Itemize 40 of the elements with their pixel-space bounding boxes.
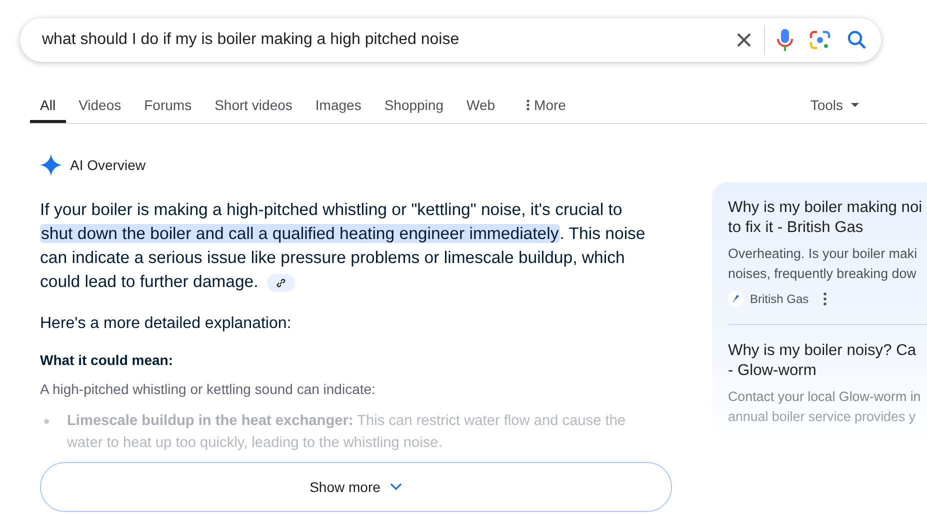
site-logo-icon xyxy=(728,291,744,307)
search-tab[interactable]: More xyxy=(516,90,576,123)
voice-search-button[interactable] xyxy=(777,28,793,52)
more-icon xyxy=(526,99,530,111)
close-icon xyxy=(736,32,752,48)
source-snippet: Contact your local Glow-worm in annual boiler service provides y xyxy=(728,388,922,426)
more-icon xyxy=(822,292,827,306)
source-snippet: Overheating. Is your boiler maki noises, frequently breaking dow xyxy=(728,245,918,283)
site-name: British Gas xyxy=(750,291,809,308)
ai-overview-label: AI Overview xyxy=(70,156,146,174)
source-title[interactable]: Why is my boiler making noi to fix it - British Gas xyxy=(728,198,927,238)
explanation-intro: Here's a more detailed explanation: xyxy=(40,314,292,334)
microphone-icon xyxy=(777,28,793,52)
search-tab[interactable]: Shopping xyxy=(374,90,454,123)
search-tab[interactable]: Videos xyxy=(68,90,132,123)
search-field[interactable]: what should I do if my is boiler making a high pitched noise xyxy=(40,27,736,53)
image-search-button[interactable] xyxy=(809,30,831,50)
link-icon xyxy=(276,278,286,288)
link-button[interactable] xyxy=(266,274,295,292)
source-title[interactable]: Why is my boiler noisy? Ca - Glow-worm xyxy=(728,341,927,381)
search-tab[interactable]: All xyxy=(30,90,66,123)
search-button[interactable] xyxy=(847,30,867,50)
search-icon xyxy=(847,30,867,50)
summary-paragraph: If your boiler is making a high-pitched whistling or "kettling" noise, it's crucial to shut down the boiler and call a qualified heating engineer immediately. This noise can indicate a serious issue like pressure problems or limescale buildup, which could lead to further damage. xyxy=(40,199,646,294)
chevron-down-icon xyxy=(390,483,402,491)
search-tab[interactable]: Short videos xyxy=(204,90,302,123)
list-item-text: Limescale buildup in the heat exchanger: This can restrict water flow and cause the water to heat up too quickly, leading to the whistling noise. xyxy=(67,412,627,453)
show-more-button[interactable]: Show more xyxy=(40,462,672,512)
sparkle-icon xyxy=(40,154,62,176)
bullet-icon xyxy=(44,419,49,424)
section-lead: A high-pitched whistling or kettling sound can indicate: xyxy=(40,380,376,399)
camera-icon xyxy=(809,30,831,50)
section-heading: What it could mean: xyxy=(40,351,174,370)
search-tab[interactable]: Forums xyxy=(134,90,202,123)
options-button[interactable] xyxy=(822,292,827,306)
tools-button[interactable]: Tools xyxy=(800,90,869,123)
search-tab[interactable]: Web xyxy=(456,90,506,123)
search-tab[interactable]: Images xyxy=(305,90,372,123)
caret-icon xyxy=(851,103,859,107)
clear-button[interactable] xyxy=(736,32,752,48)
